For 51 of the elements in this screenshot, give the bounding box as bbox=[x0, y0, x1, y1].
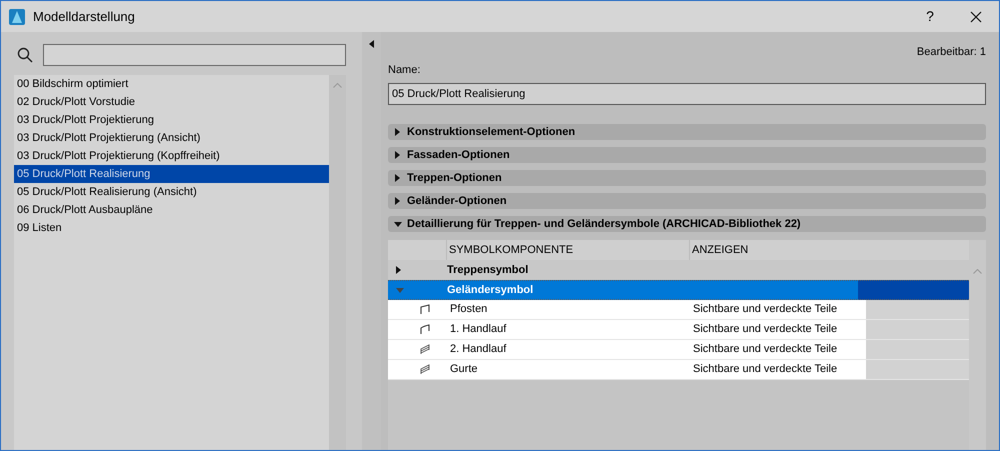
collapse-arrow-icon bbox=[369, 40, 374, 48]
list-item[interactable]: 03 Druck/Plott Projektierung (Kopffreiheit) bbox=[14, 147, 329, 165]
list-item[interactable]: 09 Listen bbox=[14, 219, 329, 237]
collapsed-arrow-icon bbox=[395, 197, 400, 205]
collapsed-arrow-icon bbox=[395, 128, 400, 136]
table-cell-text: Sichtbare und verdeckte Teile bbox=[692, 322, 838, 338]
section-header[interactable]: Konstruktionselement-Optionen bbox=[388, 124, 986, 140]
table-cell-text: Sichtbare und verdeckte Teile bbox=[692, 302, 838, 318]
list-item[interactable]: 05 Druck/Plott Realisierung (Ansicht) bbox=[14, 183, 329, 201]
tree-row[interactable]: Geländersymbol bbox=[388, 280, 969, 300]
expanded-arrow-icon bbox=[396, 288, 404, 292]
window-title: Modelldarstellung bbox=[33, 8, 135, 26]
railing-rail-icon bbox=[420, 324, 430, 335]
name-field[interactable]: 05 Druck/Plott Realisierung bbox=[388, 83, 986, 105]
table-cell-text: 1. Handlauf bbox=[449, 322, 508, 338]
editable-count: Bearbeitbar: 1 bbox=[916, 45, 986, 60]
table-cell-text: Pfosten bbox=[449, 302, 488, 318]
section-header[interactable]: Detaillierung für Treppen- und Geländersymbole (ARCHICAD-Bibliothek 22) bbox=[388, 216, 986, 232]
app-logo-icon bbox=[9, 8, 25, 24]
search-field[interactable] bbox=[43, 44, 346, 66]
name-label: Name: bbox=[388, 62, 422, 78]
expanded-arrow-icon bbox=[394, 222, 402, 226]
table-cell-text: Sichtbare und verdeckte Teile bbox=[692, 342, 838, 358]
section-header[interactable]: Geländer-Optionen bbox=[388, 193, 986, 209]
close-icon bbox=[970, 10, 982, 22]
table-cell-text: 2. Handlauf bbox=[449, 342, 508, 358]
collapsed-arrow-icon bbox=[395, 151, 400, 159]
search-icon bbox=[17, 47, 33, 63]
scrollbar[interactable] bbox=[969, 240, 986, 450]
help-button[interactable]: ? bbox=[907, 1, 953, 32]
list-item[interactable]: 02 Druck/Plott Vorstudie bbox=[14, 93, 329, 111]
tree-row[interactable]: Treppensymbol bbox=[388, 260, 969, 280]
list-item[interactable]: 03 Druck/Plott Projektierung bbox=[14, 111, 329, 129]
scrollbar[interactable] bbox=[329, 75, 346, 450]
column-header[interactable]: ANZEIGEN bbox=[690, 240, 969, 260]
splitter[interactable] bbox=[362, 32, 381, 450]
railing-post-icon bbox=[420, 304, 430, 315]
table-cell-text: Gurte bbox=[449, 362, 479, 378]
table-cell-text: Sichtbare und verdeckte Teile bbox=[692, 362, 838, 378]
scroll-up-icon bbox=[333, 83, 342, 88]
list-item[interactable]: 00 Bildschirm optimiert bbox=[14, 75, 329, 93]
list-item[interactable]: 06 Druck/Plott Ausbaupläne bbox=[14, 201, 329, 219]
section-header[interactable]: Fassaden-Optionen bbox=[388, 147, 986, 163]
scroll-up-icon bbox=[973, 269, 982, 274]
section-header[interactable]: Treppen-Optionen bbox=[388, 170, 986, 186]
collapsed-arrow-icon bbox=[395, 174, 400, 182]
railing-double-icon bbox=[420, 364, 430, 375]
list-item[interactable]: 03 Druck/Plott Projektierung (Ansicht) bbox=[14, 129, 329, 147]
list-item[interactable]: 05 Druck/Plott Realisierung bbox=[14, 165, 329, 183]
railing-double-icon bbox=[420, 344, 430, 355]
collapsed-arrow-icon bbox=[396, 266, 401, 274]
